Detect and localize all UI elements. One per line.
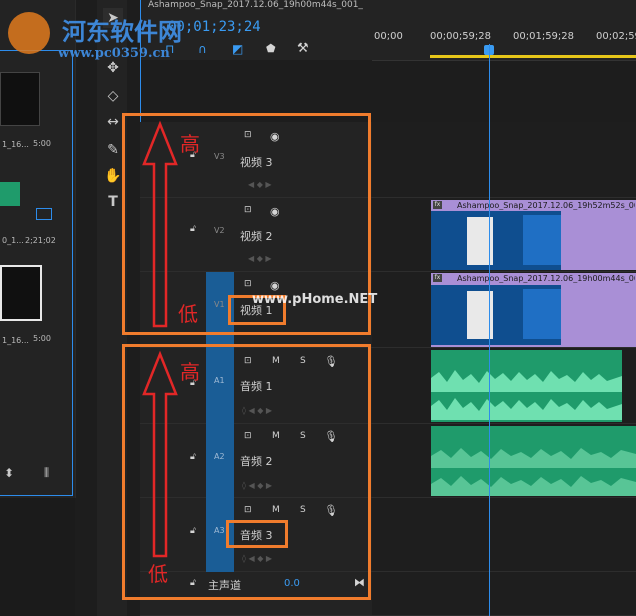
sequence-tab[interactable]: Ashampoo_Snap_2017.12.06_19h00m44s_001_	[148, 0, 363, 10]
move-tool-icon[interactable]: ✥	[103, 58, 123, 78]
watermark-title: 河东软件网	[62, 17, 182, 46]
marker-icon[interactable]: ⬟	[266, 42, 276, 55]
ruler-tick-label: 00;02;59;28	[596, 31, 636, 42]
a3-highlight-box	[226, 520, 288, 548]
audio-clip-a2[interactable]	[431, 426, 636, 496]
fx-badge: fx	[433, 274, 442, 282]
clip-title: Ashampoo_Snap_2017.12.06_19h52m52s_002	[457, 201, 635, 210]
audio-badge-icon	[36, 208, 52, 220]
playhead-line[interactable]	[489, 44, 490, 616]
up-arrow-video	[142, 120, 178, 328]
project-item-name: 1_16...	[2, 140, 29, 149]
razor-tool-icon[interactable]: ◇	[103, 86, 123, 106]
project-item-name: 0_1...	[2, 236, 24, 245]
clip-thumbnail	[431, 211, 561, 270]
audio-clip-a1[interactable]	[431, 350, 622, 422]
clip-title: Ashampoo_Snap_2017.12.06_19h00m44s_001	[457, 274, 635, 283]
thumbnail-window	[523, 289, 561, 339]
wrench-icon[interactable]: ⚒	[297, 41, 309, 56]
lower-panel	[0, 498, 75, 616]
thumbnail-window	[523, 215, 561, 265]
audio-waveform	[431, 448, 636, 496]
project-item-duration: 5:00	[33, 334, 51, 343]
hand-tool-icon[interactable]: ✋	[103, 166, 123, 186]
fx-badge: fx	[433, 201, 442, 209]
watermark-url: www.pc0359.cn	[58, 46, 170, 61]
project-item-duration: 5:00	[33, 139, 51, 148]
center-watermark: www.pHome.NET	[252, 292, 378, 307]
label-high-audio: 高	[180, 360, 200, 384]
project-thumb-1[interactable]	[0, 72, 40, 126]
slip-tool-icon[interactable]: ↔	[103, 112, 123, 132]
label-high-video: 高	[180, 132, 200, 156]
label-low-video: 低	[178, 302, 198, 326]
lane-a3[interactable]	[372, 498, 636, 572]
lane-v3[interactable]	[372, 122, 636, 198]
pen-tool-icon[interactable]: ✎	[103, 140, 123, 160]
clip-icon[interactable]: ⫼	[44, 466, 49, 480]
audio-waveform	[431, 370, 622, 420]
ruler-tick-label: 00;01;59;28	[513, 31, 575, 42]
watermark-logo	[8, 12, 50, 54]
work-area-bar[interactable]	[430, 55, 636, 58]
up-arrow-audio	[142, 350, 178, 558]
video-clip-v2[interactable]: Ashampoo_Snap_2017.12.06_19h52m52s_002 f…	[431, 200, 636, 270]
settings-icon[interactable]: ◩	[232, 42, 243, 56]
project-item-duration: 2;21;02	[25, 236, 56, 245]
linked-selection-icon[interactable]: ∩	[198, 42, 207, 56]
lane-master	[372, 572, 636, 616]
project-thumb-audio[interactable]	[0, 182, 20, 206]
ruler-tick-label: 00;00	[374, 31, 403, 42]
video-clip-v1[interactable]: Ashampoo_Snap_2017.12.06_19h00m44s_001 f…	[431, 273, 636, 347]
label-low-audio: 低	[148, 562, 168, 586]
sort-icon[interactable]: ⬍	[4, 466, 14, 480]
project-thumb-3[interactable]	[0, 265, 42, 321]
ruler-tick-label: 00;00;59;28	[430, 31, 492, 42]
project-item-name: 1_16...	[2, 336, 29, 345]
type-tool-icon[interactable]: T	[103, 192, 123, 212]
clip-thumbnail	[431, 285, 561, 345]
